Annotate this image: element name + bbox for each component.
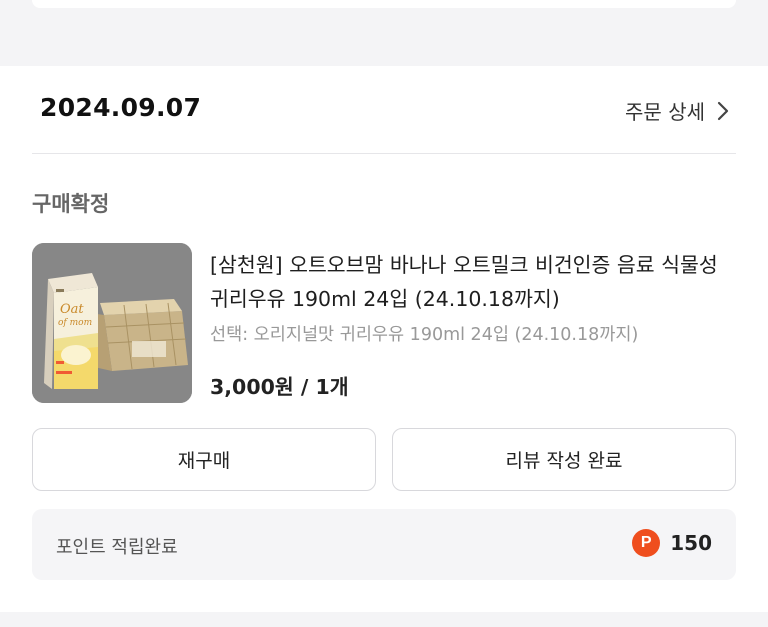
product-title[interactable]: [삼천원] 오트오브맘 바나나 오트밀크 비건인증 음료 식물성 귀리우유 19…	[210, 248, 736, 316]
svg-text:of mom: of mom	[58, 318, 92, 328]
oat-milk-box-icon: Oat of mom	[32, 243, 192, 403]
points-label: 포인트 적립완료	[56, 537, 178, 558]
review-complete-button[interactable]: 리뷰 작성 완료	[392, 428, 736, 491]
previous-order-card-bottom	[0, 0, 768, 46]
points-value: 150	[670, 531, 712, 555]
rebuy-button[interactable]: 재구매	[32, 428, 376, 491]
product-price: 3,000원 / 1개	[210, 375, 349, 399]
order-detail-link[interactable]: 주문 상세	[625, 96, 730, 125]
product-thumbnail[interactable]: Oat of mom	[32, 243, 192, 403]
previous-order-card-edge	[32, 0, 736, 8]
points-summary: 포인트 적립완료 P 150	[32, 509, 736, 580]
order-date: 2024.09.07	[40, 93, 202, 122]
divider	[32, 153, 736, 154]
point-badge-icon: P	[632, 529, 661, 557]
svg-text:Oat: Oat	[60, 302, 84, 317]
chevron-right-icon	[717, 101, 729, 120]
order-detail-label: 주문 상세	[625, 100, 705, 124]
product-option: 선택: 오리지널맛 귀리우유 190ml 24입 (24.10.18까지)	[210, 325, 639, 345]
points-amount: P 150	[632, 529, 712, 557]
order-card: 2024.09.07 주문 상세 구매확정 Oat of mom [삼천원] 오…	[0, 66, 768, 612]
order-status: 구매확정	[32, 192, 110, 216]
